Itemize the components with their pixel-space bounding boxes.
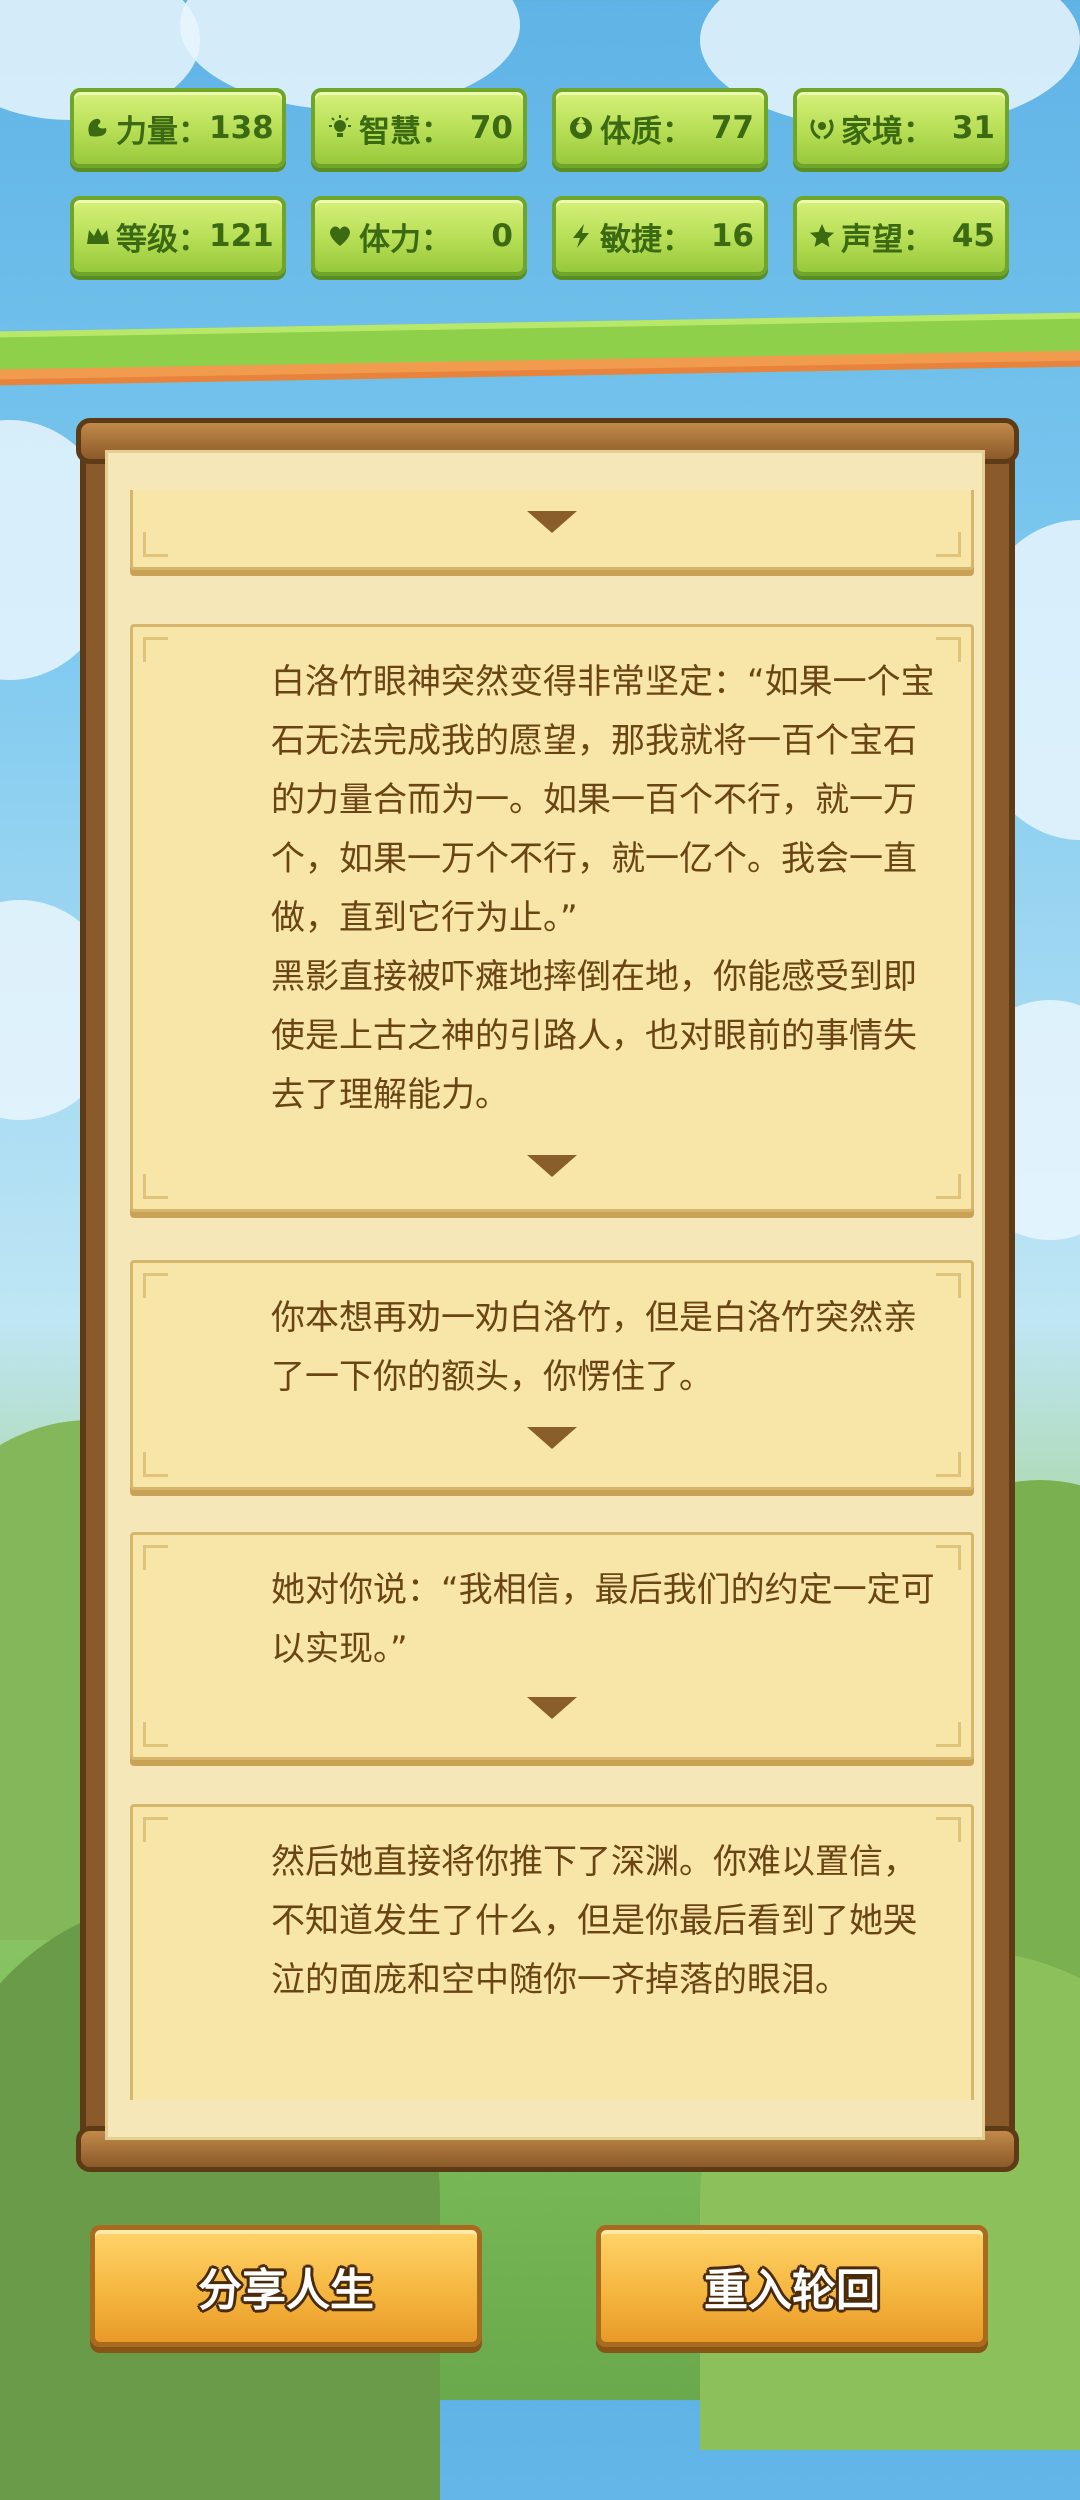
stat-value: 0 — [491, 218, 513, 254]
stat-family: 家境： 31 — [793, 88, 1009, 168]
story-card: 你本想再劝一劝白洛竹，但是白洛竹突然亲了一下你的额头，你愣住了。 — [130, 1260, 974, 1490]
story-card: 然后她直接将你推下了深渊。你难以置信，不知道发生了什么，但是你最后看到了她哭泣的… — [130, 1804, 974, 2100]
stat-strength: 力量： 138 — [70, 88, 286, 168]
stat-label: 体质： — [600, 113, 693, 150]
stat-agility: 敏捷： 16 — [552, 196, 768, 276]
card-ornament — [936, 532, 961, 557]
stat-value: 138 — [209, 110, 274, 146]
share-life-label: 分享人生 — [198, 2265, 374, 2316]
card-ornament — [143, 1452, 168, 1477]
stat-label: 智慧： — [359, 113, 452, 150]
crown-icon — [84, 221, 112, 251]
story-card — [130, 490, 974, 570]
arm-icon — [84, 113, 112, 143]
story-card: 她对你说：“我相信，最后我们的约定一定可以实现。” — [130, 1532, 974, 1760]
cycle-icon — [566, 113, 596, 143]
stat-label: 敏捷： — [600, 221, 693, 258]
stat-value: 45 — [951, 218, 995, 254]
card-ornament — [143, 1722, 168, 1747]
stat-value: 16 — [710, 218, 754, 254]
stat-physique: 体质： 77 — [552, 88, 768, 168]
stat-label: 等级： — [116, 221, 209, 258]
stat-reputation: 声望： 45 — [793, 196, 1009, 276]
card-ornament — [143, 637, 168, 662]
story-text: 白洛竹眼神突然变得非常坚定：“如果一个宝石无法完成我的愿望，那我就将一百个宝石的… — [271, 662, 935, 1115]
restart-button[interactable]: 重入轮回 — [596, 2225, 988, 2347]
next-arrow-icon — [527, 1697, 577, 1719]
card-ornament — [143, 1545, 168, 1570]
stat-value: 121 — [209, 218, 274, 254]
stat-wisdom: 智慧： 70 — [311, 88, 527, 168]
next-arrow-icon — [527, 1155, 577, 1177]
next-arrow-icon — [527, 1427, 577, 1449]
stat-value: 31 — [951, 110, 995, 146]
stat-label: 家境： — [841, 113, 934, 150]
card-ornament — [143, 532, 168, 557]
stat-label: 声望： — [841, 221, 934, 258]
stat-value: 70 — [469, 110, 513, 146]
story-log[interactable]: 白洛竹眼神突然变得非常坚定：“如果一个宝石无法完成我的愿望，那我就将一百个宝石的… — [130, 490, 974, 2100]
story-card: 白洛竹眼神突然变得非常坚定：“如果一个宝石无法完成我的愿望，那我就将一百个宝石的… — [130, 624, 974, 1212]
restart-label: 重入轮回 — [704, 2265, 880, 2316]
card-ornament — [936, 1722, 961, 1747]
card-ornament — [936, 1174, 961, 1199]
next-arrow-icon — [527, 511, 577, 533]
laurel-icon — [807, 113, 837, 143]
stat-level: 等级： 121 — [70, 196, 286, 276]
lightning-icon — [566, 221, 596, 251]
card-ornament — [936, 1452, 961, 1477]
stat-stamina: 体力： 0 — [311, 196, 527, 276]
card-ornament — [143, 1174, 168, 1199]
star-icon — [807, 221, 837, 251]
heart-icon — [325, 221, 355, 251]
card-ornament — [143, 1273, 168, 1298]
bulb-icon — [325, 113, 355, 143]
story-text: 她对你说：“我相信，最后我们的约定一定可以实现。” — [271, 1570, 935, 1669]
story-text: 你本想再劝一劝白洛竹，但是白洛竹突然亲了一下你的额头，你愣住了。 — [271, 1298, 917, 1397]
card-ornament — [143, 1817, 168, 1842]
stat-label: 力量： — [116, 113, 209, 150]
stat-value: 77 — [710, 110, 754, 146]
story-text: 然后她直接将你推下了深渊。你难以置信，不知道发生了什么，但是你最后看到了她哭泣的… — [271, 1842, 917, 2000]
share-life-button[interactable]: 分享人生 — [90, 2225, 482, 2347]
stat-label: 体力： — [359, 221, 452, 258]
